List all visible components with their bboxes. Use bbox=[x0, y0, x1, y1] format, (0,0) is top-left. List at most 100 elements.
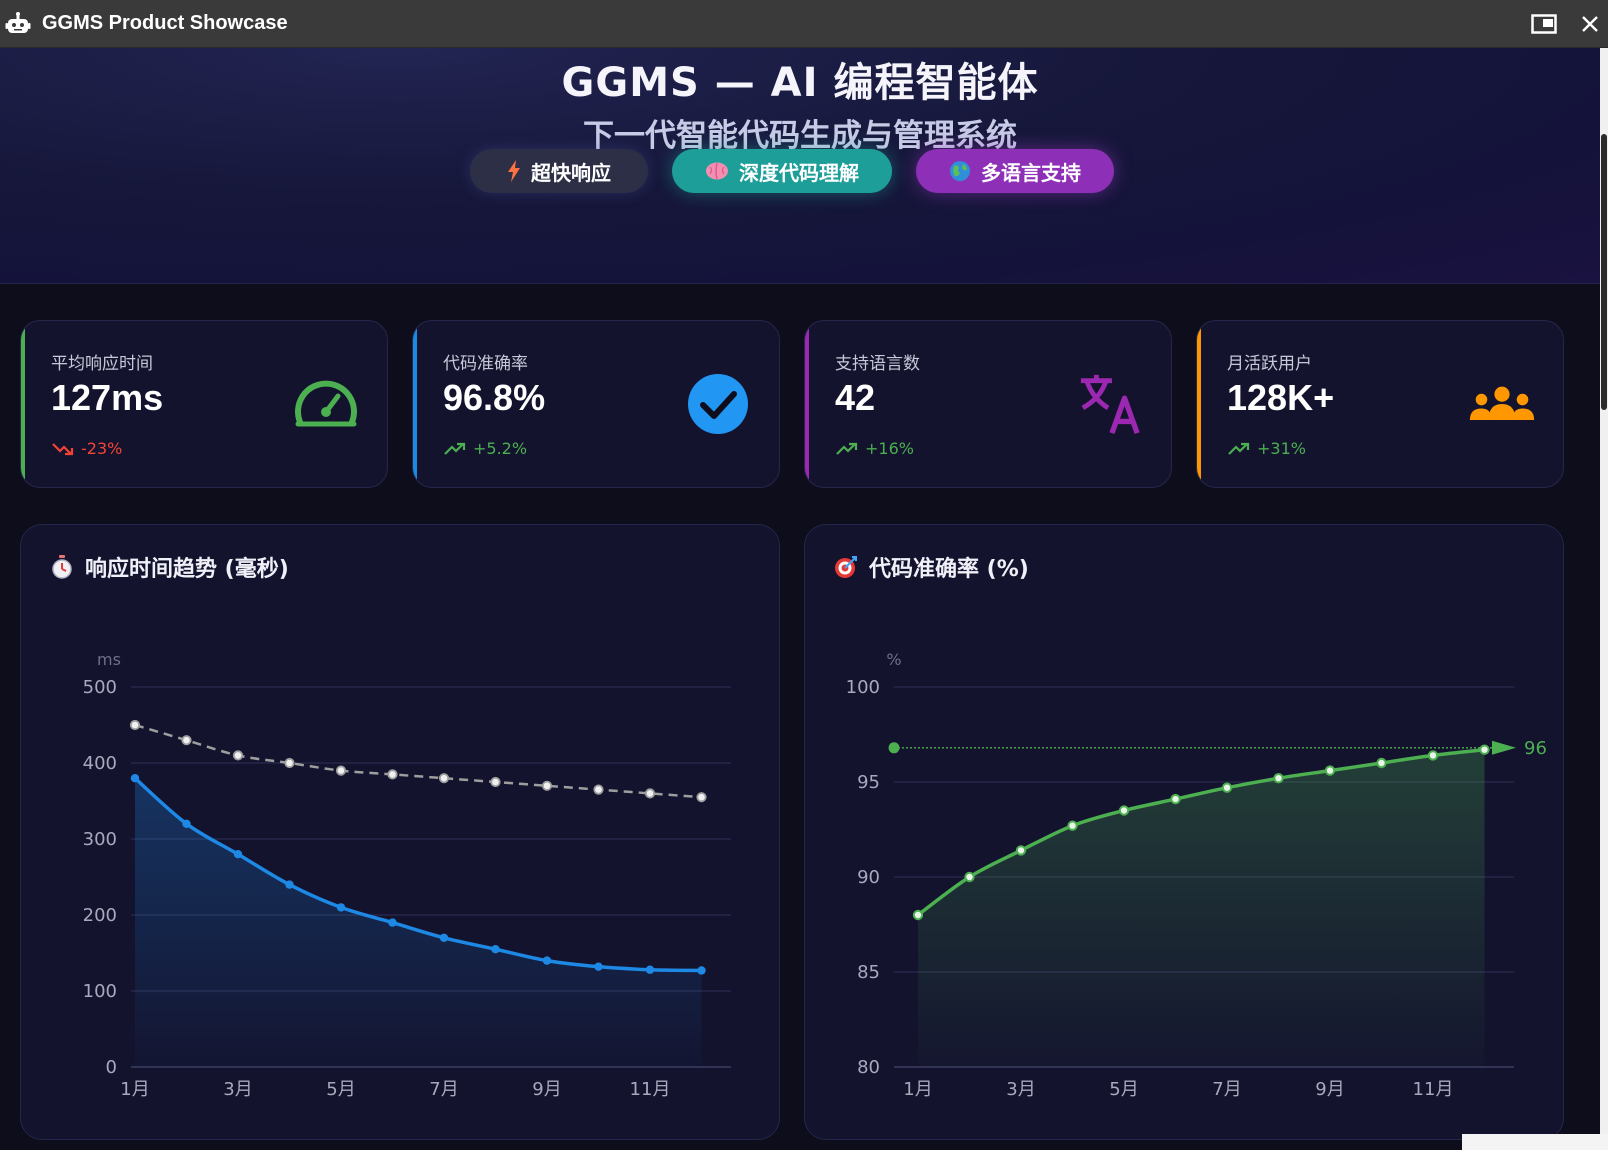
y-tick-label: 85 bbox=[857, 962, 880, 983]
data-point bbox=[1015, 845, 1027, 856]
data-point bbox=[438, 773, 450, 784]
data-point bbox=[912, 909, 924, 921]
y-tick-label: 80 bbox=[857, 1057, 880, 1078]
close-icon[interactable] bbox=[1574, 8, 1606, 40]
data-point bbox=[645, 965, 655, 974]
feature-pill-fast-response[interactable]: 超快响应 bbox=[470, 149, 648, 193]
y-tick-label: 0 bbox=[106, 1057, 117, 1078]
hero-title: GGMS — AI 编程智能体 bbox=[561, 60, 1039, 106]
restore-window-icon[interactable] bbox=[1528, 8, 1560, 40]
stat-label: 支持语言数 bbox=[835, 354, 920, 374]
window-titlebar: GGMS Product Showcase bbox=[0, 0, 1608, 48]
translate-icon bbox=[1077, 371, 1143, 437]
markline-start-point bbox=[888, 742, 900, 754]
data-point bbox=[594, 962, 603, 971]
data-point bbox=[335, 765, 347, 776]
x-tick-label: 7月 bbox=[1212, 1079, 1241, 1100]
data-point bbox=[181, 735, 192, 746]
lightning-icon bbox=[507, 160, 521, 182]
stopwatch-icon bbox=[49, 554, 75, 580]
x-tick-label: 7月 bbox=[429, 1079, 458, 1100]
feature-pill-multi-language[interactable]: 多语言支持 bbox=[916, 149, 1114, 193]
data-point bbox=[491, 945, 500, 954]
data-point bbox=[284, 757, 295, 769]
y-tick-label: 90 bbox=[857, 867, 880, 888]
data-point bbox=[232, 750, 244, 761]
data-point bbox=[490, 776, 501, 788]
trend-up-icon bbox=[444, 442, 466, 455]
x-tick-label: 11月 bbox=[1413, 1079, 1454, 1100]
pill-label: 超快响应 bbox=[531, 160, 611, 185]
x-tick-label: 3月 bbox=[223, 1079, 252, 1100]
data-point bbox=[387, 769, 398, 780]
data-point bbox=[233, 850, 243, 859]
x-tick-label: 9月 bbox=[532, 1079, 561, 1100]
stat-value: 128K+ bbox=[1227, 377, 1335, 418]
data-point bbox=[964, 871, 975, 883]
globe-icon bbox=[949, 160, 971, 182]
stat-trend: +31% bbox=[1227, 439, 1306, 458]
chart-panel-accuracy: % 80 85 90 95 100 1月 3月 5月 7月 9月 11月 96 代码准确率 (%) bbox=[804, 524, 1564, 1140]
data-point bbox=[1118, 805, 1130, 816]
markline-arrow bbox=[1492, 740, 1516, 755]
stat-trend: +5.2% bbox=[443, 439, 527, 458]
chart-title: 响应时间趋势 (毫秒) bbox=[85, 557, 289, 582]
y-axis-unit: % bbox=[886, 650, 901, 669]
x-tick-label: 1月 bbox=[903, 1079, 932, 1100]
data-point bbox=[1376, 757, 1387, 769]
data-point bbox=[1221, 782, 1233, 793]
stat-value: 127ms bbox=[51, 377, 164, 418]
y-tick-label: 300 bbox=[83, 829, 117, 850]
x-tick-label: 9月 bbox=[1315, 1079, 1344, 1100]
page-scrollbar[interactable] bbox=[1600, 48, 1608, 1150]
data-point bbox=[541, 780, 553, 791]
data-point bbox=[644, 788, 656, 799]
data-point bbox=[336, 903, 346, 912]
stat-trend-value: +31% bbox=[1257, 439, 1306, 458]
x-tick-label: 5月 bbox=[1109, 1079, 1138, 1100]
x-tick-label: 11月 bbox=[630, 1079, 671, 1100]
data-point bbox=[1170, 793, 1181, 805]
stat-card-languages: 支持语言数 42 +16% bbox=[804, 320, 1172, 488]
data-point bbox=[696, 792, 707, 803]
stat-card-mau: 月活跃用户 128K+ +31% bbox=[1196, 320, 1564, 488]
y-axis-unit: ms bbox=[97, 650, 121, 669]
feature-pill-code-understanding[interactable]: 深度代码理解 bbox=[672, 149, 892, 193]
data-point bbox=[1427, 750, 1439, 761]
card-accent-bar bbox=[413, 321, 417, 487]
data-point bbox=[1067, 820, 1078, 831]
data-point bbox=[285, 880, 294, 889]
scrollbar-thumb[interactable] bbox=[1601, 134, 1607, 410]
data-point bbox=[130, 774, 140, 783]
stat-label: 代码准确率 bbox=[443, 354, 528, 374]
x-tick-label: 5月 bbox=[326, 1079, 355, 1100]
check-circle-icon bbox=[685, 371, 751, 437]
series-area bbox=[135, 778, 702, 1067]
chart-header: 响应时间趋势 (毫秒) bbox=[49, 551, 289, 583]
data-point bbox=[697, 966, 706, 975]
speedometer-icon bbox=[293, 371, 359, 437]
hero-section: GGMS — AI 编程智能体 下一代智能代码生成与管理系统 超快响应 深度代码… bbox=[0, 48, 1600, 284]
target-icon bbox=[833, 554, 859, 580]
stat-value: 96.8% bbox=[443, 377, 546, 418]
y-tick-label: 400 bbox=[83, 753, 117, 774]
data-point bbox=[1324, 765, 1336, 776]
data-point bbox=[129, 719, 141, 731]
series-area bbox=[918, 749, 1485, 1067]
stat-label: 平均响应时间 bbox=[51, 354, 153, 374]
trend-up-icon bbox=[1228, 442, 1250, 455]
pill-label: 深度代码理解 bbox=[739, 160, 859, 185]
data-point bbox=[388, 918, 397, 927]
trend-down-icon bbox=[52, 442, 74, 455]
chart-header: 代码准确率 (%) bbox=[833, 551, 1029, 583]
data-point bbox=[439, 933, 449, 942]
x-tick-label: 1月 bbox=[120, 1079, 149, 1100]
stat-trend-value: +16% bbox=[865, 439, 914, 458]
y-tick-label: 100 bbox=[83, 981, 117, 1002]
stat-trend-value: -23% bbox=[81, 439, 123, 458]
pill-label: 多语言支持 bbox=[981, 160, 1081, 185]
stat-trend: -23% bbox=[51, 439, 122, 458]
stat-label: 月活跃用户 bbox=[1227, 354, 1312, 374]
ime-toolbar bbox=[1462, 1134, 1608, 1150]
card-accent-bar bbox=[1197, 321, 1201, 487]
